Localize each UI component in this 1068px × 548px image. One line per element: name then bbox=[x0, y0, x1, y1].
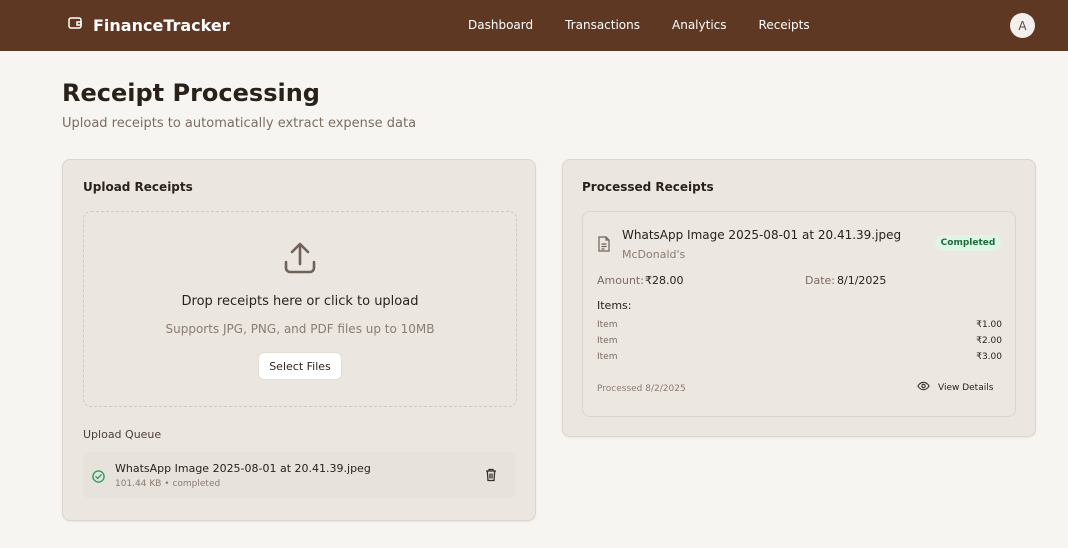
item-name: Item bbox=[597, 336, 618, 346]
item-name: Item bbox=[597, 320, 618, 330]
wallet-icon bbox=[67, 15, 83, 35]
items-label: Items: bbox=[597, 299, 632, 312]
dropzone[interactable]: Drop receipts here or click to upload Su… bbox=[83, 211, 517, 407]
nav-receipts[interactable]: Receipts bbox=[759, 18, 810, 32]
status-badge: Completed bbox=[935, 235, 1001, 251]
upload-card: Upload Receipts Drop receipts here or cl… bbox=[62, 159, 536, 521]
item-price: ₹1.00 bbox=[976, 320, 1002, 330]
processed-card-title: Processed Receipts bbox=[582, 180, 714, 194]
check-circle-icon bbox=[92, 468, 105, 487]
upload-icon bbox=[282, 240, 318, 280]
queue-file-name: WhatsApp Image 2025-08-01 at 20.41.39.jp… bbox=[115, 462, 371, 475]
dropzone-subtitle: Supports JPG, PNG, and PDF files up to 1… bbox=[165, 322, 435, 336]
queue-file-meta: 101.44 KB • completed bbox=[115, 479, 221, 489]
date-label: Date: bbox=[805, 274, 835, 287]
list-item: Item ₹3.00 bbox=[597, 352, 1002, 366]
top-navbar: FinanceTracker Dashboard Transactions An… bbox=[0, 0, 1068, 51]
trash-icon[interactable] bbox=[485, 467, 497, 486]
list-item: Item ₹2.00 bbox=[597, 336, 1002, 350]
receipt-file-name: WhatsApp Image 2025-08-01 at 20.41.39.jp… bbox=[622, 228, 902, 242]
receipt-card: WhatsApp Image 2025-08-01 at 20.41.39.jp… bbox=[582, 211, 1016, 417]
item-price: ₹2.00 bbox=[976, 336, 1002, 346]
page-subtitle: Upload receipts to automatically extract… bbox=[62, 116, 417, 131]
dropzone-title: Drop receipts here or click to upload bbox=[181, 294, 419, 309]
view-details-button[interactable]: View Details bbox=[917, 381, 993, 394]
receipt-merchant: McDonald's bbox=[622, 248, 686, 261]
page-title: Receipt Processing bbox=[62, 79, 320, 107]
nav-dashboard[interactable]: Dashboard bbox=[468, 18, 533, 32]
date-value: 8/1/2025 bbox=[837, 274, 887, 287]
list-item: Item ₹1.00 bbox=[597, 320, 1002, 334]
item-name: Item bbox=[597, 352, 618, 362]
upload-queue-label: Upload Queue bbox=[83, 428, 162, 441]
item-price: ₹3.00 bbox=[976, 352, 1002, 362]
main-nav: Dashboard Transactions Analytics Receipt… bbox=[468, 18, 810, 32]
queue-item: WhatsApp Image 2025-08-01 at 20.41.39.jp… bbox=[83, 452, 515, 498]
view-details-label: View Details bbox=[938, 382, 994, 393]
nav-analytics[interactable]: Analytics bbox=[672, 18, 727, 32]
file-text-icon bbox=[597, 236, 611, 256]
amount-value: ₹28.00 bbox=[645, 274, 684, 287]
processed-date: Processed 8/2/2025 bbox=[597, 384, 686, 394]
avatar[interactable]: A bbox=[1010, 13, 1035, 38]
app-name: FinanceTracker bbox=[93, 15, 230, 35]
brand[interactable]: FinanceTracker bbox=[67, 15, 230, 35]
select-files-button[interactable]: Select Files bbox=[258, 352, 342, 380]
eye-icon bbox=[917, 381, 930, 394]
amount-label: Amount: bbox=[597, 274, 644, 287]
processed-card: Processed Receipts WhatsApp Image 2025-0… bbox=[562, 159, 1036, 437]
nav-transactions[interactable]: Transactions bbox=[565, 18, 640, 32]
upload-card-title: Upload Receipts bbox=[83, 180, 193, 194]
